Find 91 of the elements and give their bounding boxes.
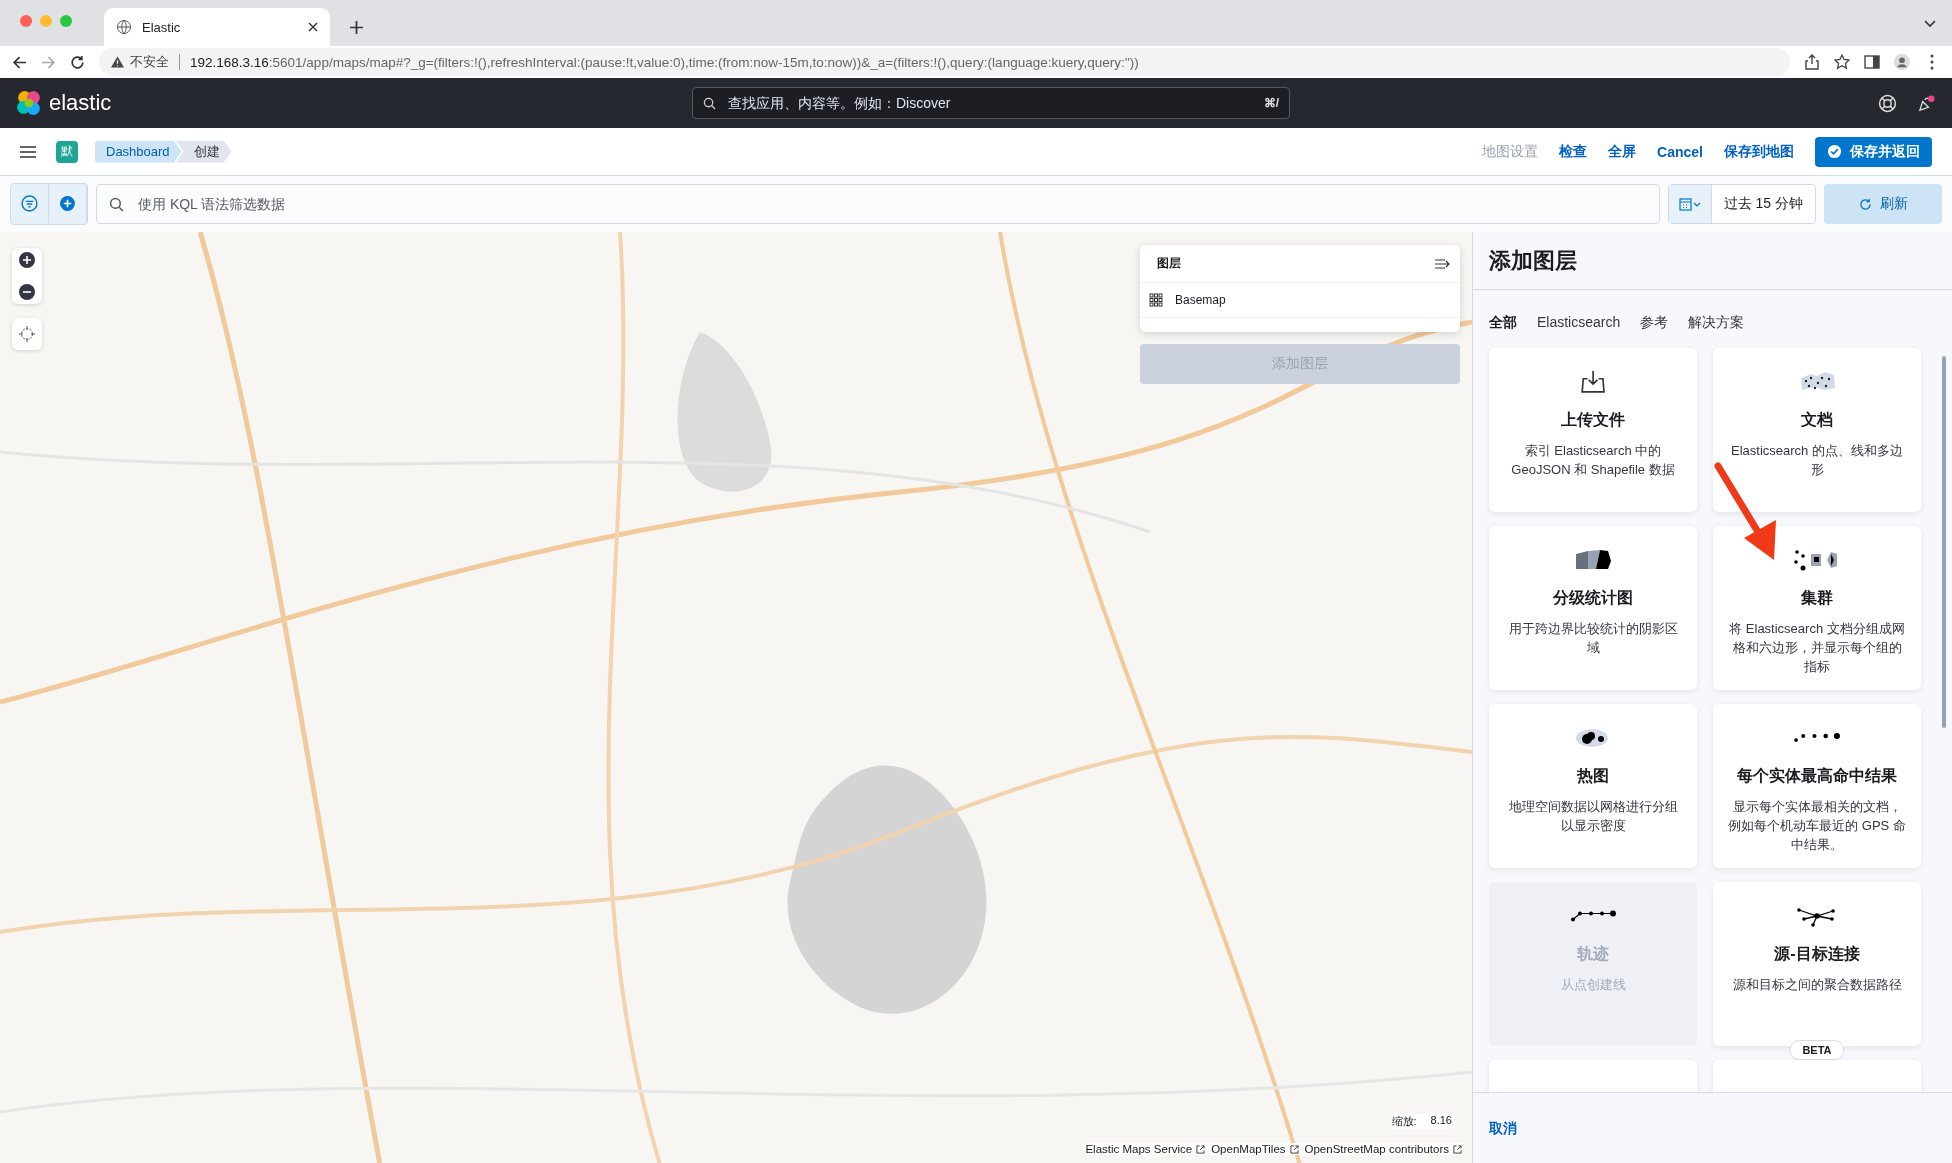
logo-icon[interactable] [16,90,42,116]
panel-title: 添加图层 [1489,246,1577,275]
sidebar-icon[interactable] [1864,54,1880,70]
check-icon [1827,144,1842,159]
layer-type-card[interactable]: 每个实体最高命中结果 显示每个实体最相关的文档，例如每个机动车最近的 GPS 命中结果。 [1713,704,1921,868]
panel-title: 图层 [1157,255,1181,272]
zoom-out-icon[interactable] [19,284,35,300]
layer-row[interactable]: Basemap [1140,283,1460,318]
brand-name: elastic [49,90,112,116]
card-title: 每个实体最高命中结果 [1737,766,1897,786]
external-link-icon [1453,1144,1462,1154]
profile-icon[interactable] [1894,54,1910,70]
layer-type-card[interactable]: 文档 Elasticsearch 的点、线和多边形 [1713,348,1921,512]
refresh-button[interactable]: 刷新 [1824,184,1942,224]
card-description: 源和目标之间的聚合数据路径 [1732,976,1902,994]
beta-badge: BETA [1789,1040,1845,1060]
attribution-link[interactable]: OpenStreetMap contributors [1304,1143,1462,1155]
save-and-return-button[interactable]: 保存并返回 [1815,136,1932,167]
card-title: 上传文件 [1561,410,1625,430]
new-tab-icon[interactable] [350,21,363,34]
warning-icon [111,56,124,68]
breadcrumb[interactable]: 创建 [175,140,232,163]
card-description: 从点创建线 [1560,976,1626,994]
dots-icon [1793,732,1841,744]
chevron-down-icon[interactable] [1924,20,1936,28]
shaded-regions-icon [1574,548,1612,572]
crosshair-icon[interactable] [19,326,35,342]
query-input[interactable]: 使用 KQL 语法筛选数据 [136,195,1647,213]
share-icon[interactable] [1804,54,1820,70]
menu-icon[interactable] [20,145,36,158]
filter-tab[interactable]: Elasticsearch [1537,314,1621,332]
grid-icon [1149,293,1163,307]
refresh-icon [1858,197,1872,211]
card-description: 用于跨边界比较统计的阴影区域 [1507,620,1679,657]
card-title: 源-目标连接 [1774,944,1860,964]
url-text: 192.168.3.16:5601/app/maps/map#?_g=(filters:!(),refreshInterval:(pause:!t,value:0),time:(from:now-15m,to:now))&_a=(filters:!(),query:(language:kuery,query:'')) [190,54,1139,70]
cancel-link[interactable]: 取消 [1489,1120,1517,1138]
time-picker[interactable]: 过去 15 分钟 [1667,184,1816,224]
card-title: 热图 [1577,766,1609,786]
upload-icon [1579,370,1607,394]
search-icon [703,96,716,110]
layer-type-card[interactable]: 上传文件 索引 Elasticsearch 中的 GeoJSON 和 Shapefile 数据 [1489,348,1697,512]
card-description: 索引 Elasticsearch 中的 GeoJSON 和 Shapefile 数据 [1510,442,1676,479]
close-icon[interactable] [308,22,318,32]
globe-icon [116,19,132,35]
card-description: Elasticsearch 的点、线和多边形 [1730,442,1904,479]
back-icon[interactable] [12,54,27,70]
search-icon [109,196,124,212]
card-title: 轨迹 [1577,944,1609,964]
attribution-link[interactable]: OpenMapTiles [1211,1143,1299,1155]
toolbar-link[interactable]: 保存到地图 [1724,142,1794,161]
card-description: 将 Elasticsearch 文档分组成网格和六边形，并显示每个组的指标 [1728,620,1906,676]
card-title: 文档 [1801,410,1833,430]
toolbar-link[interactable]: 全屏 [1608,142,1637,161]
help-icon[interactable] [1878,93,1897,113]
card-description: 显示每个实体最相关的文档，例如每个机动车最近的 GPS 命中结果。 [1727,798,1907,854]
reload-icon[interactable] [70,54,85,70]
news-icon[interactable] [1917,93,1936,113]
zoom-in-icon[interactable] [19,252,35,268]
layer-type-card[interactable]: 源-目标连接 源和目标之间的聚合数据路径 [1713,882,1921,1046]
calendar-icon[interactable] [1678,197,1701,211]
external-link-icon [1196,1144,1206,1154]
address-bar[interactable]: 不安全 192.168.3.16:5601/app/maps/map#?_g=(filters:!(),refreshInterval:(pause:!t,value:0),time:(from:now-15m,to:now))&_a=(filters:!(),query:(language:kuery,query:'')) [99,48,1790,76]
toolbar-link[interactable]: 检查 [1559,142,1588,161]
layer-type-card[interactable]: 热图 地理空间数据以网格进行分组以显示密度 [1489,704,1697,868]
browser-tab[interactable]: Elastic [104,8,330,46]
tab-title: Elastic [142,19,181,35]
search-input[interactable]: 查找应用、内容等。例如：Discover [726,94,1254,112]
collapse-icon[interactable] [1434,257,1450,270]
connected-dots-icon [1569,910,1617,922]
star-icon[interactable] [1834,54,1850,70]
shortcut-hint: ⌘/ [1263,96,1279,110]
card-title: 分级统计图 [1553,588,1633,608]
filter-tab[interactable]: 参考 [1640,314,1669,332]
filter-tab[interactable]: 全部 [1489,314,1517,332]
time-range: 过去 15 分钟 [1722,195,1804,213]
filter-tab[interactable]: 解决方案 [1688,314,1745,332]
card-title: 集群 [1801,588,1833,608]
external-link-icon [1289,1144,1299,1154]
card-description: 地理空间数据以网格进行分组以显示密度 [1507,798,1679,835]
layer-type-card[interactable]: 集群 将 Elasticsearch 文档分组成网格和六边形，并显示每个组的指标 [1713,526,1921,690]
attribution-link[interactable]: Elastic Maps Service [1085,1143,1206,1155]
zoom-value: 8.16 [1430,1114,1452,1128]
zoom-label: 缩放: [1391,1114,1417,1129]
breadcrumb[interactable]: Dashboard [95,140,182,163]
layer-type-card[interactable]: 分级统计图 用于跨边界比较统计的阴影区域 [1489,526,1697,690]
security-label: 不安全 [130,53,169,71]
toolbar-link[interactable]: Cancel [1657,143,1703,160]
global-search-field[interactable]: 查找应用、内容等。例如：Discover ⌘/ [692,87,1290,119]
scrollbar[interactable] [1942,356,1946,728]
query-field[interactable]: 使用 KQL 语法筛选数据 [96,184,1660,224]
